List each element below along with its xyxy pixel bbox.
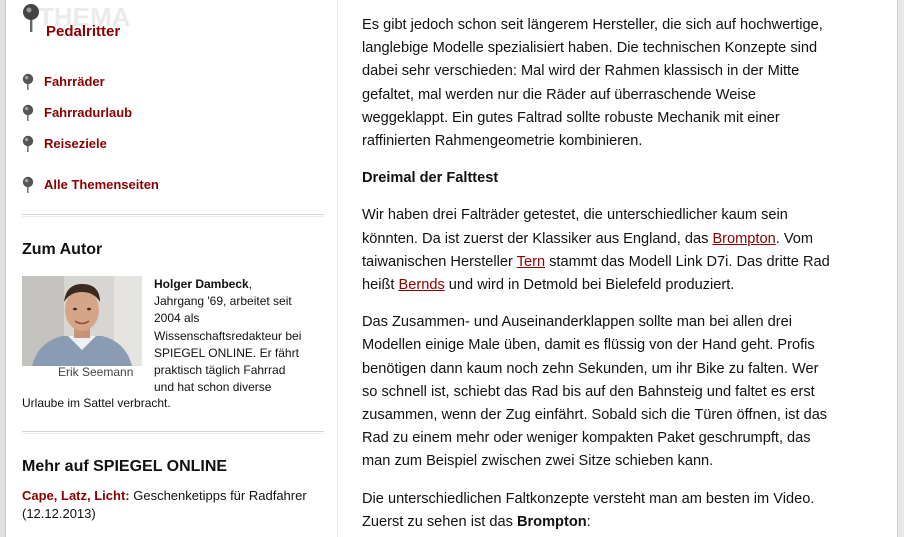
- text-fragment: taiwanischen Hersteller: [362, 253, 517, 270]
- brompton-link[interactable]: Brompton: [712, 231, 775, 247]
- bold-text: Brompton: [516, 513, 587, 530]
- column-separator: [337, 0, 338, 537]
- bio-line: Wissenschaftsredakteur bei: [154, 328, 302, 343]
- window-frame-left-edge: [5, 0, 6, 537]
- text-line: benötigen dann kaum noch zehn Sekunden, …: [362, 360, 819, 377]
- more-heading: Mehr auf SPIEGEL ONLINE: [22, 458, 228, 475]
- pin-icon: [22, 3, 42, 38]
- pin-icon: [22, 104, 36, 121]
- text-fragment: stammt das Modell Link D7i. Das dritte R…: [545, 253, 830, 270]
- bio-line: und hat schon diverse: [154, 380, 272, 395]
- bio-line: praktisch täglich Fahrrad: [154, 363, 286, 378]
- bio-line: Jahrgang '69, arbeitet seit: [154, 294, 292, 309]
- text-fragment: Zuerst zu sehen ist das: [362, 513, 517, 530]
- paragraph-4: Die unterschiedlichen Faltkonzepte verst…: [362, 488, 887, 534]
- bio-line: Holger Dambeck,: [154, 276, 324, 293]
- text-line: gefaltet, mal werden nur die Räder auf ü…: [362, 86, 756, 103]
- text-line: langlebige Modelle spezialisiert haben. …: [362, 40, 818, 57]
- bio-line: SPIEGEL ONLINE. Er fährt: [154, 345, 299, 360]
- pin-icon: [22, 135, 36, 152]
- divider: [22, 214, 324, 217]
- paragraph-3: Das Zusammen- und Auseinanderklappen sol…: [362, 311, 887, 473]
- text-line: Zuerst zu sehen ist das Brompton:: [362, 511, 887, 534]
- more-link-item: Cape, Latz, Licht: Geschenketipps für Ra…: [22, 487, 324, 523]
- text-fragment: . Vom: [775, 230, 814, 247]
- paragraph-1: Es gibt jedoch schon seit längerem Herst…: [362, 14, 887, 153]
- author-photo: [22, 276, 142, 366]
- text-line: man zum Beispiel zwischen zwei Sitze sch…: [362, 453, 714, 470]
- text-line: Es gibt jedoch schon seit längerem Herst…: [362, 17, 823, 33]
- nav-label: Alle Themenseiten: [44, 177, 159, 192]
- text-line: könnten. Da ist zuerst der Klassiker aus…: [362, 228, 887, 251]
- text-fragment: heißt: [362, 277, 399, 294]
- article-body: Es gibt jedoch schon seit längerem Herst…: [362, 14, 887, 537]
- author-name: Holger Dambeck: [154, 277, 249, 291]
- pin-icon: [22, 176, 36, 193]
- paragraph-2: Wir haben drei Falträder getestet, die u…: [362, 204, 887, 297]
- author-heading: Zum Autor: [22, 241, 103, 258]
- bio-line: 2004 als: [154, 311, 200, 326]
- text-line: so schnell ist, schiebt das Rad bis auf …: [362, 383, 815, 400]
- divider: [22, 431, 324, 434]
- pin-icon: [22, 73, 36, 90]
- text-fragment: und wird in Detmold bei Bielefeld produz…: [444, 277, 735, 294]
- text-line: zusammen, wenn der Zug einfährt. Sobald …: [362, 407, 828, 424]
- more-link-date: (12.12.2013): [22, 506, 96, 521]
- text-line: heißt Bernds und wird in Detmold bei Bie…: [362, 274, 887, 297]
- nav-label: Fahrräder: [44, 74, 105, 89]
- bio-text: ,: [248, 277, 253, 291]
- text-line: Das Zusammen- und Auseinanderklappen sol…: [362, 314, 792, 331]
- more-link-text: Geschenketipps für Radfahrer: [129, 488, 307, 503]
- text-line: Modellen einige Male üben, damit es flüs…: [362, 337, 815, 354]
- window-frame-right: [897, 0, 904, 537]
- text-fragment: :: [586, 513, 591, 530]
- photo-credit: Erik Seemann: [58, 365, 134, 379]
- tern-link[interactable]: Tern: [517, 254, 545, 270]
- bio-line: Urlaube im Sattel verbracht.: [22, 396, 171, 410]
- text-line: Rad zu einem mehr oder weniger kompakten…: [362, 430, 811, 447]
- text-line: weggeklappt. Ein gutes Faltrad sollte ro…: [362, 109, 780, 126]
- author-bio: Holger Dambeck, Jahrgang '69, arbeitet s…: [154, 276, 324, 396]
- more-link-item-clipped: [22, 530, 324, 537]
- more-link-title[interactable]: Cape, Latz, Licht:: [22, 488, 130, 503]
- article-subheading: Dreimal der Falttest: [362, 170, 499, 187]
- text-fragment: könnten. Da ist zuerst der Klassiker aus…: [362, 230, 713, 247]
- bernds-link[interactable]: Bernds: [399, 277, 445, 293]
- text-line: Wir haben drei Falträder getestet, die u…: [362, 207, 788, 224]
- text-line: raffinierten Rahmengeometrie kombinieren…: [362, 133, 643, 150]
- text-line: dabei sehr verschieden: Mal wird der Rah…: [362, 63, 800, 80]
- topic-title-link[interactable]: Pedalritter: [46, 23, 120, 41]
- text-line: taiwanischen Hersteller Tern stammt das …: [362, 251, 887, 274]
- nav-label: Reiseziele: [44, 136, 107, 151]
- nav-label: Fahrradurlaub: [44, 105, 133, 120]
- text-line: Die unterschiedlichen Faltkonzepte verst…: [362, 490, 815, 507]
